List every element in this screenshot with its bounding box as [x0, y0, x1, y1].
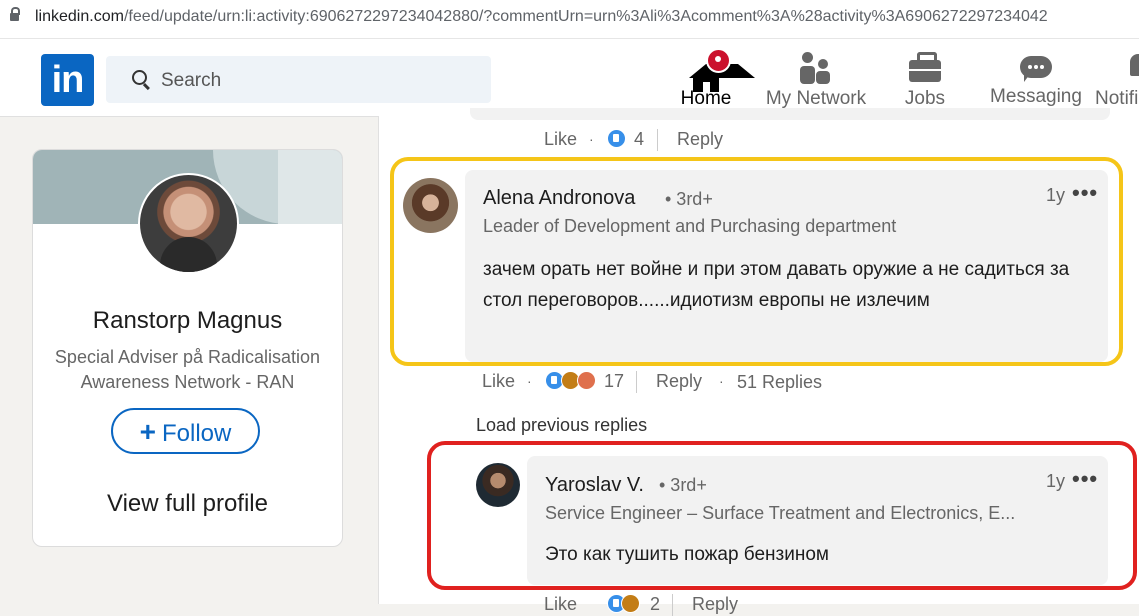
- view-full-profile-link[interactable]: View full profile: [33, 490, 342, 518]
- follow-label: Follow: [162, 420, 232, 447]
- separator-dot: ·: [527, 373, 532, 389]
- replies-count-link[interactable]: 51 Replies: [737, 372, 822, 393]
- separator-dot: ·: [589, 131, 594, 147]
- nav-notifications-label: Notifi: [1095, 88, 1139, 109]
- nav-home-label: Home: [680, 88, 732, 109]
- nav-my-network[interactable]: My Network: [763, 42, 869, 114]
- follow-button[interactable]: + Follow: [111, 408, 260, 454]
- prev-like-button[interactable]: Like: [544, 129, 577, 150]
- search-icon: [132, 70, 147, 85]
- url-host: linkedin.com: [35, 8, 124, 25]
- divider: [657, 129, 658, 151]
- profile-card: Ranstorp Magnus Special Adviser på Radic…: [32, 149, 343, 547]
- nav-jobs[interactable]: Jobs: [885, 42, 965, 114]
- prev-reply-button[interactable]: Reply: [677, 129, 723, 150]
- comment-reaction-count[interactable]: 17: [604, 371, 624, 392]
- nav-jobs-label: Jobs: [904, 88, 946, 109]
- url-path: /feed/update/urn:li:activity:69062722972…: [123, 8, 1048, 25]
- url-text[interactable]: linkedin.com/feed/update/urn:li:activity…: [35, 8, 1048, 26]
- profile-headline: Special Adviser på Radicalisation Awaren…: [54, 347, 321, 392]
- linkedin-logo[interactable]: in: [41, 54, 94, 106]
- separator-dot: ·: [719, 373, 724, 389]
- comment-reply-button[interactable]: Reply: [656, 371, 702, 392]
- nav-home[interactable]: Home: [651, 42, 761, 114]
- nav-messaging-label: Messaging: [990, 86, 1082, 107]
- search-placeholder: Search: [161, 70, 222, 91]
- divider: [672, 594, 673, 616]
- reply-like-button[interactable]: Like: [544, 594, 577, 615]
- nav-notifications[interactable]: Notifi: [1092, 42, 1139, 114]
- nav-messaging[interactable]: Messaging: [988, 42, 1084, 114]
- lock-icon: [10, 7, 20, 21]
- prev-reaction-count[interactable]: 4: [634, 129, 644, 150]
- like-reaction-icon: [607, 129, 626, 148]
- red-highlight-box: [427, 441, 1137, 590]
- reply-reply-button[interactable]: Reply: [692, 594, 738, 615]
- comment-like-button[interactable]: Like: [482, 371, 515, 392]
- profile-avatar[interactable]: [138, 173, 239, 274]
- love-reaction-icon: [577, 371, 596, 390]
- plus-icon: +: [139, 416, 156, 447]
- reply-reaction-count[interactable]: 2: [650, 594, 660, 615]
- load-previous-replies-button[interactable]: Load previous replies: [476, 415, 647, 436]
- nav-my-network-label: My Network: [765, 88, 867, 109]
- divider: [636, 371, 637, 393]
- yellow-highlight-box: [390, 157, 1123, 366]
- profile-name[interactable]: Ranstorp Magnus: [33, 307, 342, 335]
- previous-comment-bubble: [470, 108, 1110, 120]
